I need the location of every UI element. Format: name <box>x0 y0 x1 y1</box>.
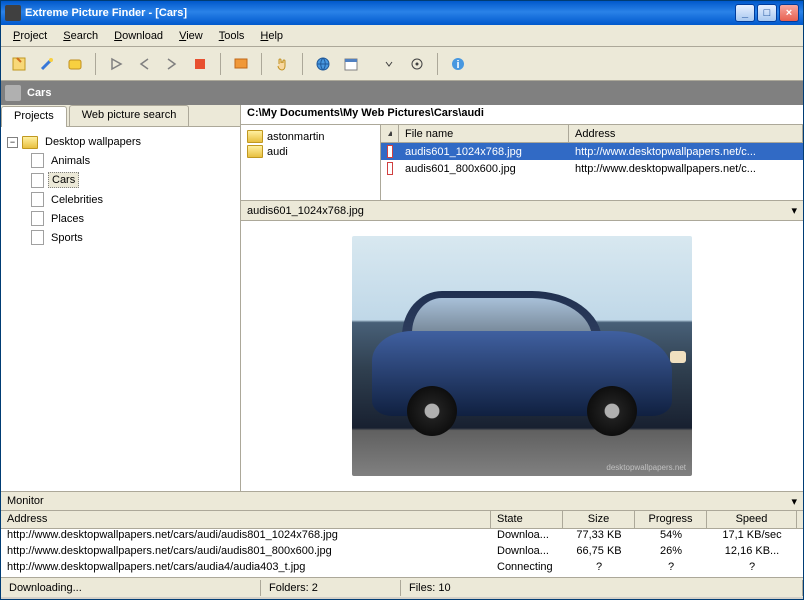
tree-item-celebrities[interactable]: Celebrities <box>31 190 234 209</box>
hand-icon[interactable] <box>270 52 294 76</box>
status-folders: Folders: 2 <box>261 580 401 596</box>
chevron-down-icon[interactable]: ▾ <box>791 495 797 508</box>
folder-icon <box>247 145 263 158</box>
category-bar: Cars <box>1 81 803 105</box>
new-project-icon[interactable] <box>7 52 31 76</box>
column-state[interactable]: State <box>491 511 563 528</box>
menubar: Project Search Download View Tools Help <box>1 25 803 47</box>
properties-icon[interactable] <box>63 52 87 76</box>
preview-filename: audis601_1024x768.jpg <box>247 205 364 217</box>
status-files: Files: 10 <box>401 580 803 596</box>
folder-icon <box>247 130 263 143</box>
wizard-icon[interactable] <box>35 52 59 76</box>
tree-root[interactable]: − Desktop wallpapers <box>7 133 234 151</box>
folder-list: astonmartin audi <box>241 125 381 200</box>
preview-area: desktopwallpapers.net <box>241 221 803 491</box>
play-icon[interactable] <box>104 52 128 76</box>
category-icon <box>5 85 21 101</box>
tree-item-places[interactable]: Places <box>31 209 234 228</box>
menu-tools[interactable]: Tools <box>211 28 253 44</box>
page-icon <box>31 173 44 188</box>
column-size[interactable]: Size <box>563 511 635 528</box>
statusbar: Downloading... Folders: 2 Files: 10 <box>1 577 803 597</box>
folder-item[interactable]: astonmartin <box>245 129 376 144</box>
tab-web-search[interactable]: Web picture search <box>69 105 190 126</box>
tree-item-cars[interactable]: Cars <box>31 170 234 190</box>
svg-text:i: i <box>456 59 459 71</box>
folder-icon <box>22 136 38 149</box>
right-pane: C:\My Documents\My Web Pictures\Cars\aud… <box>241 105 803 491</box>
globe-icon[interactable] <box>311 52 335 76</box>
chevron-down-icon[interactable]: ▾ <box>791 204 797 217</box>
tree-item-sports[interactable]: Sports <box>31 228 234 247</box>
file-list: File name Address audis601_1024x768.jpg … <box>381 125 803 200</box>
category-label: Cars <box>27 87 51 99</box>
image-icon <box>387 145 393 158</box>
tab-projects[interactable]: Projects <box>1 106 67 127</box>
monitor-row[interactable]: http://www.desktopwallpapers.net/cars/au… <box>1 545 803 561</box>
stop-icon[interactable] <box>188 52 212 76</box>
folder-item[interactable]: audi <box>245 144 376 159</box>
menu-view[interactable]: View <box>171 28 211 44</box>
maximize-button[interactable]: □ <box>757 4 777 22</box>
file-row[interactable]: audis601_800x600.jpg http://www.desktopw… <box>381 160 803 177</box>
column-speed[interactable]: Speed <box>707 511 797 528</box>
menu-search[interactable]: Search <box>55 28 106 44</box>
left-pane: Projects Web picture search − Desktop wa… <box>1 105 241 491</box>
menu-help[interactable]: Help <box>252 28 291 44</box>
monitor-row[interactable]: http://www.desktopwallpapers.net/cars/au… <box>1 561 803 577</box>
page-icon <box>31 192 44 207</box>
app-icon <box>5 5 21 21</box>
monitor-title: Monitor <box>7 495 44 507</box>
menu-download[interactable]: Download <box>106 28 171 44</box>
column-address[interactable]: Address <box>1 511 491 528</box>
minimize-button[interactable]: _ <box>735 4 755 22</box>
column-address[interactable]: Address <box>569 125 803 142</box>
preview-bar: audis601_1024x768.jpg ▾ <box>241 201 803 221</box>
project-tree: − Desktop wallpapers Animals Cars Celebr… <box>1 127 240 253</box>
page-icon <box>31 230 44 245</box>
path-bar: C:\My Documents\My Web Pictures\Cars\aud… <box>241 105 803 125</box>
monitor-list: Address State Size Progress Speed http:/… <box>1 511 803 577</box>
image-icon <box>387 162 393 175</box>
tree-root-label: Desktop wallpapers <box>42 135 144 149</box>
tree-item-animals[interactable]: Animals <box>31 151 234 170</box>
sort-indicator[interactable] <box>381 125 399 142</box>
status-state: Downloading... <box>1 580 261 596</box>
skip-forward-icon[interactable] <box>160 52 184 76</box>
column-progress[interactable]: Progress <box>635 511 707 528</box>
preview-image[interactable]: desktopwallpapers.net <box>352 236 692 476</box>
page-icon <box>31 153 44 168</box>
menu-project[interactable]: Project <box>5 28 55 44</box>
close-button[interactable]: × <box>779 4 799 22</box>
screen-icon[interactable] <box>229 52 253 76</box>
monitor-bar: Monitor ▾ <box>1 491 803 511</box>
monitor-row[interactable]: http://www.desktopwallpapers.net/cars/au… <box>1 529 803 545</box>
window-title: Extreme Picture Finder - [Cars] <box>25 7 735 19</box>
page-icon <box>31 211 44 226</box>
dropdown-arrow-icon[interactable] <box>377 52 401 76</box>
collapse-icon[interactable]: − <box>7 137 18 148</box>
info-icon[interactable]: i <box>446 52 470 76</box>
column-filename[interactable]: File name <box>399 125 569 142</box>
calendar-icon[interactable] <box>339 52 363 76</box>
skip-back-icon[interactable] <box>132 52 156 76</box>
titlebar: Extreme Picture Finder - [Cars] _ □ × <box>1 1 803 25</box>
file-row[interactable]: audis601_1024x768.jpg http://www.desktop… <box>381 143 803 160</box>
target-icon[interactable] <box>405 52 429 76</box>
toolbar: i <box>1 47 803 81</box>
